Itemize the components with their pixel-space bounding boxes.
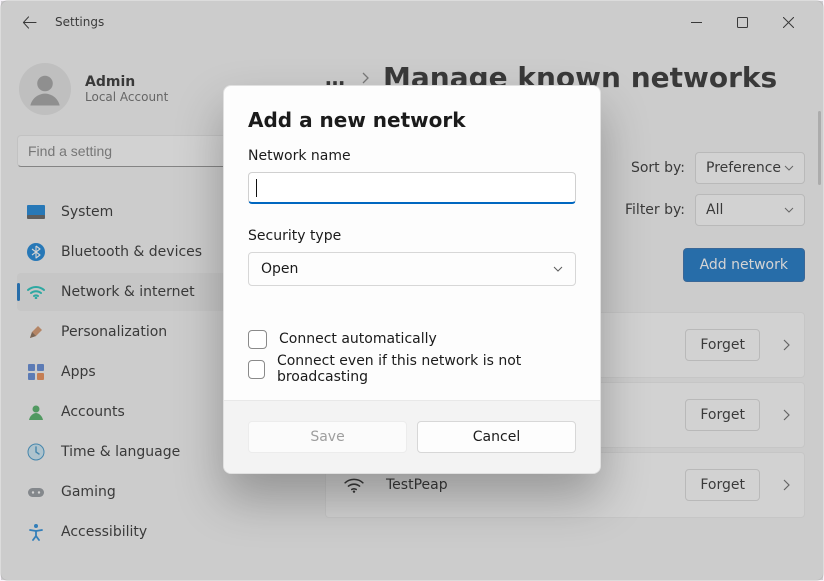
connect-hidden-checkbox[interactable]: Connect even if this network is not broa… [248, 356, 576, 382]
add-network-dialog: Add a new network Network name Security … [223, 85, 601, 474]
connect-auto-checkbox[interactable]: Connect automatically [248, 326, 576, 352]
dialog-footer: Save Cancel [224, 400, 600, 473]
chevron-down-icon [553, 266, 563, 272]
checkbox-box [248, 360, 265, 379]
save-button[interactable]: Save [248, 421, 407, 453]
cancel-button[interactable]: Cancel [417, 421, 576, 453]
checkbox-box [248, 330, 267, 349]
network-name-label: Network name [248, 148, 576, 164]
checkbox-label: Connect even if this network is not broa… [277, 353, 576, 385]
dialog-title: Add a new network [248, 108, 576, 132]
modal-scrim: Add a new network Network name Security … [1, 1, 823, 580]
text-caret [256, 179, 257, 197]
settings-window: Settings Admin Local Account [0, 0, 824, 581]
security-type-select[interactable]: Open [248, 252, 576, 286]
security-type-label: Security type [248, 228, 576, 244]
security-type-value: Open [261, 261, 298, 277]
checkbox-label: Connect automatically [279, 331, 437, 347]
network-name-input[interactable] [248, 172, 576, 204]
